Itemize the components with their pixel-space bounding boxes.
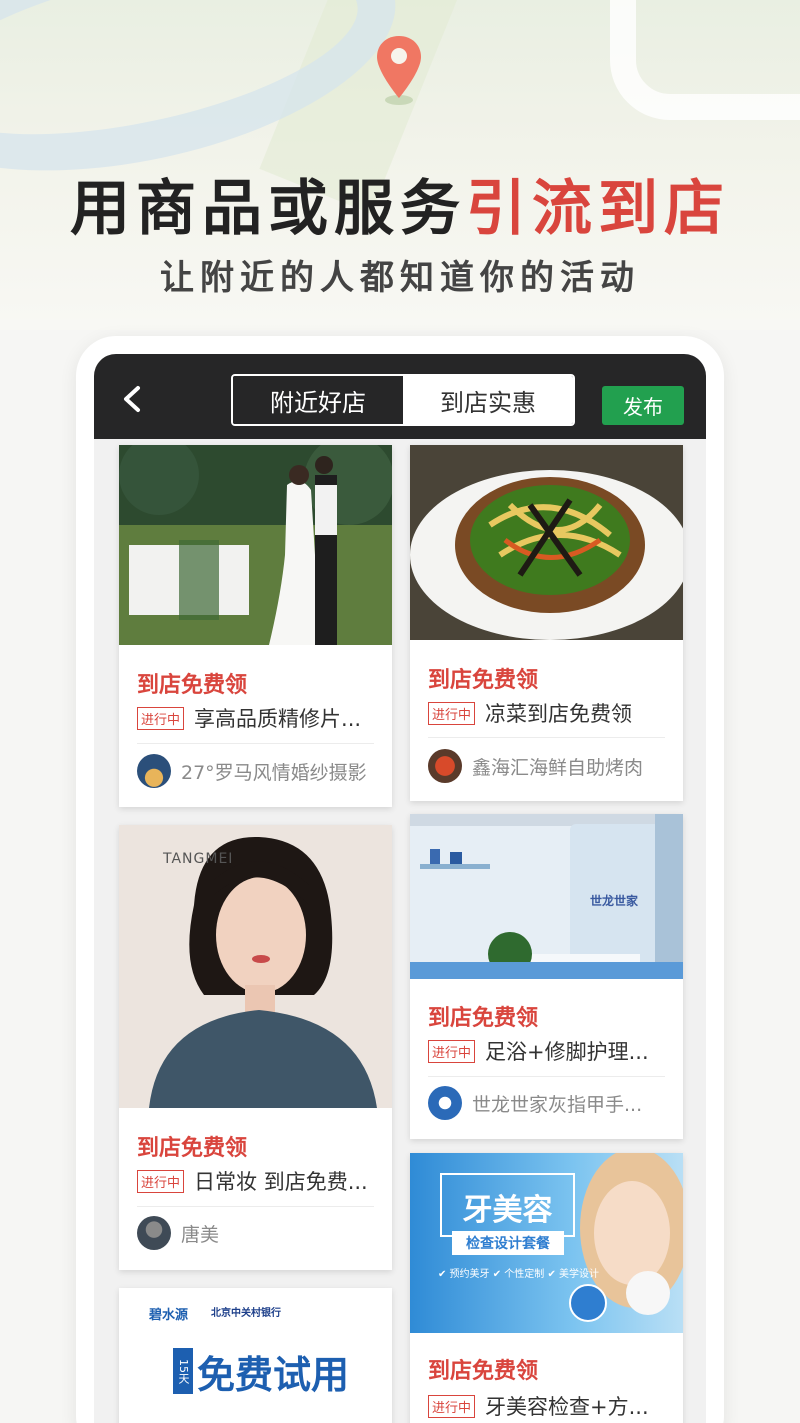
promo-title: 到店免费领: [137, 673, 248, 698]
deal-card[interactable]: 牙美容 检查设计套餐 ✔ 预约美牙 ✔ 个性定制 ✔ 美学设计 到店免费领 进行…: [410, 1153, 683, 1423]
ad-title: 牙美容: [462, 1193, 553, 1228]
deal-description: 享高品质精修片...: [194, 707, 362, 731]
chevron-left-icon[interactable]: [118, 384, 146, 414]
status-badge: 进行中: [428, 1039, 476, 1063]
hero-title: 用商品或服务引流到店: [0, 160, 800, 247]
deal-row: 进行中 足浴+修脚护理...: [428, 1036, 664, 1066]
promo-title: 到店免费领: [428, 1359, 539, 1384]
deal-card[interactable]: 碧水源 北京中关村银行 15天 免费试用: [119, 1288, 392, 1423]
tab-in-store-deals[interactable]: 到店实惠: [403, 376, 573, 424]
promo-title: 到店免费领: [428, 1006, 539, 1031]
dental-ad: 牙美容 检查设计套餐 ✔ 预约美牙 ✔ 个性定制 ✔ 美学设计: [410, 1153, 683, 1333]
deal-description: 凉菜到店免费领: [485, 702, 633, 726]
promo-title: 到店免费领: [428, 668, 539, 693]
image-brand-text: TANGMEI: [163, 851, 234, 867]
shop-name: 鑫海汇海鲜自助烤肉: [472, 756, 644, 779]
deal-row: 进行中 凉菜到店免费领: [428, 698, 664, 728]
map-road: [610, 0, 800, 120]
promo-title: 到店免费领: [137, 1136, 248, 1161]
shop-row[interactable]: 27°罗马风情婚纱摄影: [137, 754, 377, 788]
ad-title: 免费试用: [197, 1353, 350, 1397]
shop-name: 世龙世家灰指甲手...: [472, 1093, 643, 1116]
deal-description: 足浴+修脚护理...: [485, 1040, 649, 1064]
ad-brand-right: 北京中关村银行: [211, 1308, 281, 1319]
deal-card[interactable]: 世龙世家 到店免费领 进行中 足浴+修脚护理... 世龙世家灰指甲手...: [410, 814, 683, 1139]
portrait-photo: TANGMEI: [119, 825, 392, 1108]
deal-row: 进行中 牙美容检查+方...: [428, 1391, 664, 1421]
ad-days-badge: 15天: [173, 1348, 193, 1394]
deal-card[interactable]: TANGMEI 到店免费领 进行中 日常妆 到店免费... 唐美: [119, 825, 392, 1270]
shop-avatar: [428, 1086, 462, 1120]
divider: [428, 1076, 665, 1077]
phone-screen: 附近好店 到店实惠 发布 到店免费领 进行中 享高品质精修片... 27°罗马风…: [94, 354, 706, 1423]
wedding-photo: [119, 445, 392, 645]
shop-name: 27°罗马风情婚纱摄影: [181, 761, 367, 784]
shop-avatar: [428, 749, 462, 783]
deal-row: 进行中 享高品质精修片...: [137, 703, 373, 733]
hero-title-main: 用商品或服务: [70, 174, 466, 244]
shop-row[interactable]: 鑫海汇海鲜自助烤肉: [428, 749, 668, 783]
ad-bullets: ✔ 预约美牙 ✔ 个性定制 ✔ 美学设计: [438, 1269, 600, 1280]
shop-avatar: [137, 754, 171, 788]
deal-card[interactable]: 到店免费领 进行中 凉菜到店免费领 鑫海汇海鲜自助烤肉: [410, 445, 683, 801]
shop-avatar: [137, 1216, 171, 1250]
hero-subtitle: 让附近的人都知道你的活动: [160, 258, 640, 298]
divider: [428, 737, 665, 738]
shop-row[interactable]: 唐美: [137, 1216, 377, 1250]
deal-description: 牙美容检查+方...: [485, 1395, 649, 1419]
status-badge: 进行中: [428, 1394, 476, 1418]
shop-name: 唐美: [181, 1223, 220, 1246]
deal-card[interactable]: 到店免费领 进行中 享高品质精修片... 27°罗马风情婚纱摄影: [119, 445, 392, 807]
salon-interior-photo: 世龙世家: [410, 814, 683, 979]
ad-brand-left: 碧水源: [149, 1308, 189, 1323]
deal-description: 日常妆 到店免费...: [194, 1170, 368, 1194]
status-badge: 进行中: [428, 701, 476, 725]
status-badge: 进行中: [137, 1169, 185, 1193]
tab-nearby-stores[interactable]: 附近好店: [233, 376, 403, 424]
divider: [137, 1206, 374, 1207]
deal-row: 进行中 日常妆 到店免费...: [137, 1166, 373, 1196]
location-pin-icon: [377, 36, 421, 105]
publish-button[interactable]: 发布: [602, 386, 684, 425]
segmented-tabs: 附近好店 到店实惠: [231, 374, 575, 426]
trial-ad: 碧水源 北京中关村银行 15天 免费试用: [119, 1288, 392, 1423]
ad-subtitle: 检查设计套餐: [452, 1231, 564, 1255]
divider: [137, 743, 374, 744]
hero-title-accent: 引流到店: [466, 174, 730, 244]
shop-row[interactable]: 世龙世家灰指甲手...: [428, 1086, 668, 1120]
cold-dish-photo: [410, 445, 683, 640]
top-bar: 附近好店 到店实惠 发布: [94, 354, 706, 439]
status-badge: 进行中: [137, 706, 185, 730]
image-brand-text: 世龙世家: [590, 894, 639, 908]
